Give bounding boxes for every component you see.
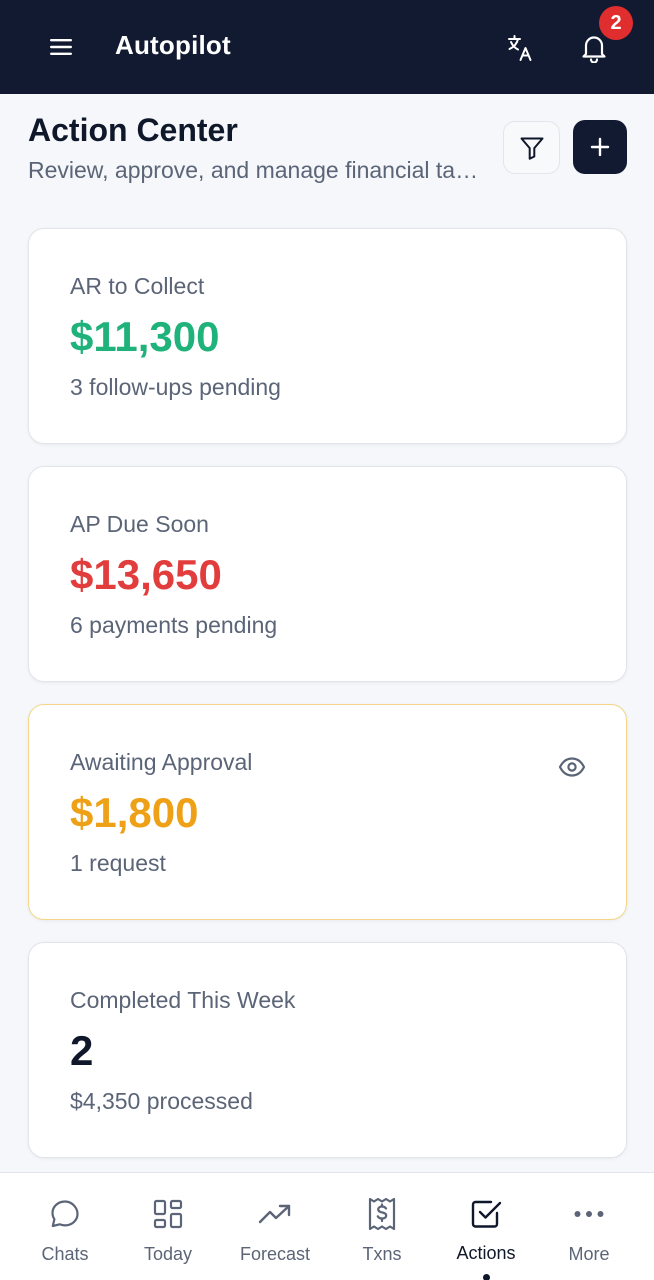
card-label: AP Due Soon — [70, 511, 209, 537]
card-value: $11,300 — [70, 313, 220, 360]
nav-label: Chats — [41, 1244, 89, 1264]
hamburger-menu-icon — [50, 39, 72, 55]
ar-to-collect-card[interactable]: AR to Collect $11,300 3 follow-ups pendi… — [28, 228, 627, 444]
card-subtext: 1 request — [70, 850, 166, 876]
card-label: AR to Collect — [70, 273, 205, 299]
awaiting-approval-card[interactable]: Awaiting Approval $1,800 1 request — [28, 704, 627, 920]
nav-label: Actions — [456, 1243, 516, 1264]
view-button[interactable] — [556, 753, 588, 781]
card-subtext: 6 payments pending — [70, 612, 278, 638]
active-indicator — [482, 1274, 490, 1280]
nav-label: Today — [143, 1244, 193, 1264]
more-dots-icon — [572, 1197, 606, 1231]
filter-icon — [520, 137, 543, 160]
nav-item-forecast[interactable]: Forecast — [225, 1173, 325, 1280]
nav-label: Txns — [362, 1244, 402, 1264]
add-action-button[interactable] — [573, 120, 627, 174]
nav-label: More — [568, 1244, 610, 1264]
nav-item-actions[interactable]: Actions — [436, 1173, 536, 1280]
nav-item-txns[interactable]: Txns — [332, 1173, 432, 1280]
chat-bubble-icon — [48, 1197, 82, 1231]
bell-icon — [582, 36, 606, 63]
eye-icon — [558, 757, 586, 777]
nav-label: Forecast — [239, 1244, 311, 1264]
nav-item-today[interactable]: Today — [118, 1173, 218, 1280]
page-subtitle: Review, approve, and manage financial ta… — [28, 157, 488, 183]
card-label: Completed This Week — [70, 987, 296, 1013]
ap-due-soon-card[interactable]: AP Due Soon $13,650 6 payments pending — [28, 466, 627, 682]
bottom-navigation: Chats Today Forecast Txns Actions More — [0, 1172, 654, 1280]
checkbox-icon — [469, 1197, 503, 1230]
card-label: Awaiting Approval — [70, 749, 253, 775]
completed-this-week-card[interactable]: Completed This Week 2 $4,350 processed — [28, 942, 627, 1158]
receipt-dollar-icon — [365, 1197, 399, 1231]
card-subtext: $4,350 processed — [70, 1088, 253, 1114]
notification-badge: 2 — [599, 6, 633, 40]
menu-button[interactable] — [46, 33, 76, 61]
translate-icon — [508, 35, 532, 61]
plus-icon — [590, 137, 610, 157]
nav-item-more[interactable]: More — [539, 1173, 639, 1280]
filter-button[interactable] — [503, 121, 560, 174]
card-value: $13,650 — [70, 551, 222, 598]
translate-button[interactable] — [502, 30, 538, 66]
card-subtext: 3 follow-ups pending — [70, 374, 281, 400]
card-value: $1,800 — [70, 789, 199, 836]
dashboard-grid-icon — [151, 1197, 185, 1231]
trending-up-icon — [258, 1197, 292, 1231]
top-app-bar: Autopilot 2 — [0, 0, 654, 94]
app-title: Autopilot — [115, 30, 231, 60]
nav-item-chats[interactable]: Chats — [15, 1173, 115, 1280]
card-value: 2 — [70, 1027, 94, 1074]
page-title: Action Center — [28, 112, 238, 148]
